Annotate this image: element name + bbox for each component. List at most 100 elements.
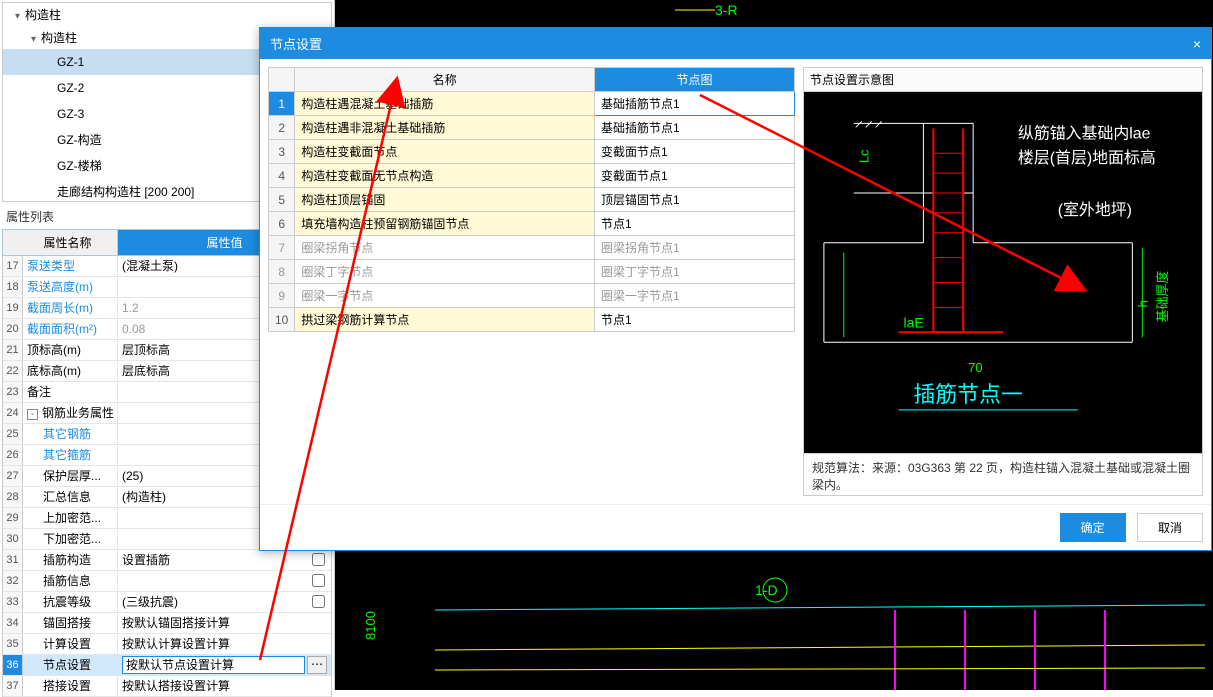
ok-button[interactable]: 确定	[1060, 513, 1126, 542]
node-pic[interactable]: 圈梁丁字节点1	[595, 260, 795, 284]
prop-value[interactable]	[118, 571, 331, 591]
prop-name: 泵送类型	[23, 256, 118, 276]
row-number: 28	[3, 487, 23, 507]
more-button[interactable]: ⋯	[307, 656, 327, 674]
row-number: 36	[3, 655, 23, 675]
node-table[interactable]: 名称 节点图 1构造柱遇混凝土基础插筋基础插筋节点12构造柱遇非混凝土基础插筋基…	[268, 67, 795, 332]
node-pic[interactable]: 节点1	[595, 308, 795, 332]
node-name[interactable]: 拱过梁钢筋计算节点	[295, 308, 595, 332]
tree-root[interactable]: ▾构造柱	[3, 3, 331, 26]
cancel-button[interactable]: 取消	[1137, 513, 1203, 542]
prop-name: 截面周长(m)	[23, 298, 118, 318]
row-number: 24	[3, 403, 23, 423]
node-pic[interactable]: 顶层锚固节点1	[595, 188, 795, 212]
dialog-titlebar[interactable]: 节点设置 ×	[260, 28, 1211, 59]
row-number: 22	[3, 361, 23, 381]
node-row[interactable]: 4构造柱变截面无节点构造变截面节点1	[269, 164, 795, 188]
prop-checkbox[interactable]	[312, 553, 325, 566]
node-name[interactable]: 构造柱变截面无节点构造	[295, 164, 595, 188]
node-row[interactable]: 2构造柱遇非混凝土基础插筋基础插筋节点1	[269, 116, 795, 140]
diagram-note: 规范算法：来源：03G363 第 22 页，构造柱锚入混凝土基础或混凝土圈梁内。	[804, 453, 1202, 500]
prop-name: 汇总信息	[23, 487, 118, 507]
property-row[interactable]: 31插筋构造设置插筋	[3, 550, 331, 571]
prop-value[interactable]: 按默认计算设置计算	[118, 634, 331, 654]
node-pic[interactable]: 基础插筋节点1	[595, 92, 795, 116]
prop-checkbox[interactable]	[312, 595, 325, 608]
prop-name: 其它箍筋	[23, 445, 118, 465]
diagram-header: 节点设置示意图	[804, 68, 1202, 92]
prop-value[interactable]: (三级抗震)	[118, 592, 331, 612]
node-pic[interactable]: 圈梁一字节点1	[595, 284, 795, 308]
row-number: 37	[3, 676, 23, 696]
node-row[interactable]: 3构造柱变截面节点变截面节点1	[269, 140, 795, 164]
node-name[interactable]: 圈梁一字节点	[295, 284, 595, 308]
row-number: 26	[3, 445, 23, 465]
prop-name: 上加密范...	[23, 508, 118, 528]
prop-name: 备注	[23, 382, 118, 402]
svg-text:Lc: Lc	[857, 149, 872, 163]
dialog-title-text: 节点设置	[270, 34, 322, 53]
node-name[interactable]: 构造柱变截面节点	[295, 140, 595, 164]
node-row[interactable]: 5构造柱顶层锚固顶层锚固节点1	[269, 188, 795, 212]
prop-name: 搭接设置	[23, 676, 118, 696]
prop-name: 保护层厚...	[23, 466, 118, 486]
row-number: 27	[3, 466, 23, 486]
node-name[interactable]: 圈梁拐角节点	[295, 236, 595, 260]
prop-value[interactable]: 按默认锚固搭接计算	[118, 613, 331, 633]
node-row[interactable]: 9圈梁一字节点圈梁一字节点1	[269, 284, 795, 308]
close-icon[interactable]: ×	[1193, 36, 1201, 52]
node-name[interactable]: 构造柱遇非混凝土基础插筋	[295, 116, 595, 140]
property-row[interactable]: 32插筋信息	[3, 571, 331, 592]
node-name[interactable]: 构造柱顶层锚固	[295, 188, 595, 212]
row-number: 30	[3, 529, 23, 549]
prop-name: 顶标高(m)	[23, 340, 118, 360]
diagram-view: laE Lc 70 h 基础厚度 纵筋锚入基础内lae 楼层(首层)地面标高 (…	[804, 92, 1202, 453]
property-row[interactable]: 34锚固搭接按默认锚固搭接计算	[3, 613, 331, 634]
tree-sub-label: 构造柱	[41, 31, 77, 45]
node-pic[interactable]: 圈梁拐角节点1	[595, 236, 795, 260]
node-rownum: 3	[269, 140, 295, 164]
row-number: 23	[3, 382, 23, 402]
cad-label: 3-R	[715, 2, 738, 18]
property-row[interactable]: 33抗震等级(三级抗震)	[3, 592, 331, 613]
node-pic[interactable]: 变截面节点1	[595, 164, 795, 188]
svg-text:楼层(首层)地面标高: 楼层(首层)地面标高	[1018, 149, 1156, 167]
expand-icon[interactable]: -	[27, 409, 38, 420]
node-name[interactable]: 构造柱遇混凝土基础插筋	[295, 92, 595, 116]
node-pic[interactable]: 变截面节点1	[595, 140, 795, 164]
row-number: 21	[3, 340, 23, 360]
node-rownum: 1	[269, 92, 295, 116]
node-pic[interactable]: 节点1	[595, 212, 795, 236]
prop-header-name: 属性名称	[18, 230, 118, 255]
node-row[interactable]: 6填充墙构造柱预留钢筋锚固节点节点1	[269, 212, 795, 236]
node-name[interactable]: 填充墙构造柱预留钢筋锚固节点	[295, 212, 595, 236]
node-rownum: 8	[269, 260, 295, 284]
node-settings-dialog: 节点设置 × 名称 节点图 1构造柱遇混凝土基础插筋基础插筋节点12构造柱遇非混…	[259, 27, 1212, 551]
row-number: 17	[3, 256, 23, 276]
tree-root-label: 构造柱	[25, 8, 61, 22]
prop-value[interactable]: 设置插筋	[118, 550, 331, 570]
prop-name: 计算设置	[23, 634, 118, 654]
node-row[interactable]: 8圈梁丁字节点圈梁丁字节点1	[269, 260, 795, 284]
node-pic[interactable]: 基础插筋节点1	[595, 116, 795, 140]
node-name[interactable]: 圈梁丁字节点	[295, 260, 595, 284]
svg-text:纵筋锚入基础内lae: 纵筋锚入基础内lae	[1018, 124, 1151, 142]
prop-checkbox[interactable]	[312, 574, 325, 587]
prop-value[interactable]: 按默认搭接设置计算	[118, 676, 331, 696]
node-row[interactable]: 1构造柱遇混凝土基础插筋基础插筋节点1	[269, 92, 795, 116]
cad-dim: 8100	[363, 611, 378, 640]
node-row[interactable]: 7圈梁拐角节点圈梁拐角节点1	[269, 236, 795, 260]
node-rownum: 10	[269, 308, 295, 332]
node-row[interactable]: 10拱过梁钢筋计算节点节点1	[269, 308, 795, 332]
prop-name: 截面面积(m²)	[23, 319, 118, 339]
property-row[interactable]: 35计算设置按默认计算设置计算	[3, 634, 331, 655]
node-rownum: 7	[269, 236, 295, 260]
prop-value[interactable]: 按默认节点设置计算⋯	[118, 655, 331, 675]
col-rownum	[269, 68, 295, 92]
row-number: 20	[3, 319, 23, 339]
node-rownum: 2	[269, 116, 295, 140]
col-nodepic: 节点图	[595, 68, 795, 92]
property-row[interactable]: 37搭接设置按默认搭接设置计算	[3, 676, 331, 697]
property-row[interactable]: 36节点设置按默认节点设置计算⋯	[3, 655, 331, 676]
prop-name: 其它钢筋	[23, 424, 118, 444]
